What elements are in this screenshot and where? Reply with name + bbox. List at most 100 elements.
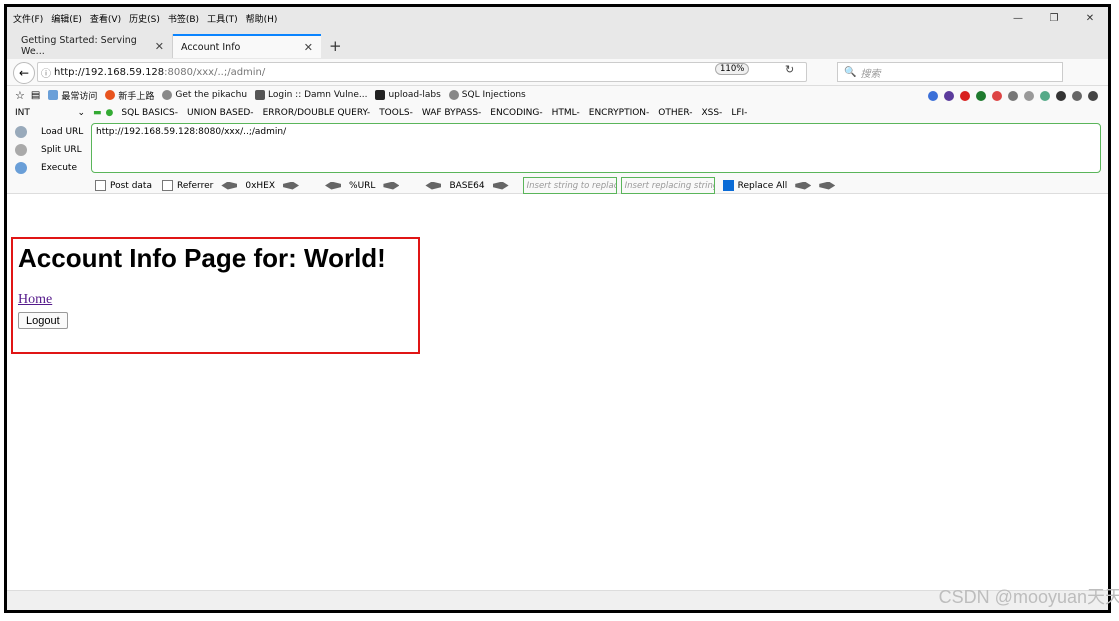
- extension-icon[interactable]: [1008, 91, 1018, 101]
- bookmark-most-visited[interactable]: 最常访问: [48, 89, 97, 102]
- search-input[interactable]: 🔍 搜索: [837, 62, 1063, 82]
- hackbar-url-textarea[interactable]: http://192.168.59.128:8080/xxx/..;/admin…: [91, 123, 1101, 173]
- hackbar-panel: Load URL Split URL Execute http://192.16…: [7, 121, 1108, 194]
- back-arrow-icon[interactable]: ←: [13, 62, 35, 84]
- chevron-down-icon: ⌄: [77, 107, 85, 118]
- close-tab-icon[interactable]: ✕: [304, 41, 313, 54]
- tab-label: Account Info: [181, 41, 241, 53]
- menu-bookmarks[interactable]: 书签(B): [168, 12, 199, 25]
- hackbar-menu: INT ⌄ ▬ ● SQL BASICS- UNION BASED- ERROR…: [7, 104, 1108, 121]
- menu-view[interactable]: 查看(V): [90, 12, 121, 25]
- insert-string-input[interactable]: Insert string to replace: [522, 177, 617, 194]
- download-icon[interactable]: [1056, 91, 1066, 101]
- referrer-label: Referrer: [176, 180, 214, 191]
- tab-getting-started[interactable]: Getting Started: Serving We... ✕: [13, 34, 173, 58]
- menu-tools[interactable]: 工具(T): [207, 12, 238, 25]
- highlight-box: Account Info Page for: World! Home Logou…: [11, 237, 420, 354]
- arrow-right-icon[interactable]: [383, 181, 400, 190]
- extension-icon[interactable]: [1024, 91, 1034, 101]
- menu-html[interactable]: HTML-: [552, 108, 580, 118]
- referrer-checkbox[interactable]: [161, 180, 173, 191]
- close-tab-icon[interactable]: ✕: [155, 40, 164, 53]
- browser-window: 文件(F) 编辑(E) 查看(V) 历史(S) 书签(B) 工具(T) 帮助(H…: [4, 4, 1111, 613]
- replacing-string-input[interactable]: Insert replacing string: [620, 177, 715, 194]
- menu-encryption[interactable]: ENCRYPTION-: [589, 108, 650, 118]
- execute-button[interactable]: Execute: [15, 159, 83, 177]
- menu-file[interactable]: 文件(F): [13, 12, 43, 25]
- split-url-button[interactable]: Split URL: [15, 141, 83, 159]
- menu-xss[interactable]: XSS-: [701, 108, 722, 118]
- close-window-icon[interactable]: ✕: [1072, 7, 1108, 29]
- tab-bar: Getting Started: Serving We... ✕ Account…: [7, 29, 1108, 59]
- load-url-button[interactable]: Load URL: [15, 123, 83, 141]
- hackbar-type-select[interactable]: INT ⌄: [15, 108, 85, 118]
- menu-other[interactable]: OTHER-: [658, 108, 692, 118]
- green-plus-icon[interactable]: ●: [106, 108, 114, 118]
- url-host: http://192.168.59.128: [54, 66, 165, 78]
- menu-bar: 文件(F) 编辑(E) 查看(V) 历史(S) 书签(B) 工具(T) 帮助(H…: [7, 7, 1108, 29]
- navigation-bar: ← ⓘ http://192.168.59.128:8080/xxx/..;/a…: [7, 59, 1108, 86]
- bookmark-dvwa[interactable]: Login :: Damn Vulne...: [255, 90, 367, 100]
- menu-help[interactable]: 帮助(H): [246, 12, 278, 25]
- watermark: CSDN @mooyuan天天: [938, 587, 1119, 607]
- page-content: Account Info Page for: World! Home Logou…: [7, 194, 1108, 590]
- extension-icon[interactable]: [944, 91, 954, 101]
- menu-error-double-query[interactable]: ERROR/DOUBLE QUERY-: [263, 108, 371, 118]
- address-bar[interactable]: ⓘ http://192.168.59.128:8080/xxx/..;/adm…: [37, 62, 807, 82]
- page-heading: Account Info Page for: World!: [18, 243, 386, 273]
- green-minus-icon[interactable]: ▬: [93, 108, 102, 118]
- extension-icons: [928, 91, 1098, 101]
- extension-icon[interactable]: [992, 91, 1002, 101]
- adblock-icon[interactable]: [960, 91, 970, 101]
- arrow-left-icon[interactable]: [221, 181, 238, 190]
- menu-union-based[interactable]: UNION BASED-: [187, 108, 254, 118]
- restore-icon[interactable]: ❐: [1036, 7, 1072, 29]
- menu-edit[interactable]: 编辑(E): [51, 12, 82, 25]
- arrow-left-icon[interactable]: [425, 181, 442, 190]
- bookmark-upload-labs[interactable]: upload-labs: [375, 90, 441, 100]
- tab-label: Getting Started: Serving We...: [21, 35, 137, 57]
- split-url-icon: [15, 144, 27, 156]
- url-path: :8080/xxx/..;/admin/: [164, 66, 266, 78]
- info-icon[interactable]: ⓘ: [38, 65, 54, 80]
- bookmark-sql-injections[interactable]: SQL Injections: [448, 90, 526, 100]
- extension-icon[interactable]: [1072, 91, 1082, 101]
- minimize-icon[interactable]: —: [1000, 7, 1036, 29]
- bookmark-getting-started[interactable]: 新手上路: [105, 89, 154, 102]
- menu-history[interactable]: 历史(S): [129, 12, 160, 25]
- library-icon[interactable]: ▤: [31, 90, 40, 101]
- menu-tools[interactable]: TOOLS-: [379, 108, 413, 118]
- logout-button[interactable]: Logout: [18, 312, 68, 329]
- hex-label: 0xHEX: [245, 180, 276, 191]
- menu-encoding[interactable]: ENCODING-: [490, 108, 542, 118]
- arrow-right-icon[interactable]: [795, 181, 812, 190]
- load-url-icon: [15, 126, 27, 138]
- menu-waf-bypass[interactable]: WAF BYPASS-: [422, 108, 481, 118]
- arrow-left-icon[interactable]: [325, 181, 342, 190]
- replace-all-label: Replace All: [737, 180, 788, 191]
- arrow-right-icon[interactable]: [492, 181, 509, 190]
- menu-lfi[interactable]: LFI-: [731, 108, 747, 118]
- execute-icon: [15, 162, 27, 174]
- new-tab-icon[interactable]: +: [329, 37, 342, 55]
- extension-icon[interactable]: [1040, 91, 1050, 101]
- zoom-level[interactable]: 110%: [715, 63, 750, 75]
- arrow-right-icon[interactable]: [819, 181, 836, 190]
- tab-account-info[interactable]: Account Info ✕: [173, 34, 321, 58]
- home-link[interactable]: Home: [18, 292, 52, 308]
- search-placeholder: 搜索: [860, 68, 881, 80]
- home-icon[interactable]: [1088, 91, 1098, 101]
- urlencode-label: %URL: [349, 180, 376, 191]
- star-icon[interactable]: ☆: [15, 89, 25, 102]
- base64-label: BASE64: [449, 180, 485, 191]
- reload-icon[interactable]: ↻: [785, 63, 794, 76]
- post-data-checkbox[interactable]: [95, 180, 106, 191]
- arrow-right-icon[interactable]: [283, 181, 300, 190]
- shield-icon[interactable]: [976, 91, 986, 101]
- post-data-label: Post data: [110, 180, 152, 191]
- extension-icon[interactable]: [928, 91, 938, 101]
- search-icon: 🔍: [844, 66, 857, 78]
- bookmark-pikachu[interactable]: Get the pikachu: [162, 90, 247, 100]
- menu-sql-basics[interactable]: SQL BASICS-: [121, 108, 178, 118]
- replace-all-checkbox[interactable]: [722, 180, 734, 191]
